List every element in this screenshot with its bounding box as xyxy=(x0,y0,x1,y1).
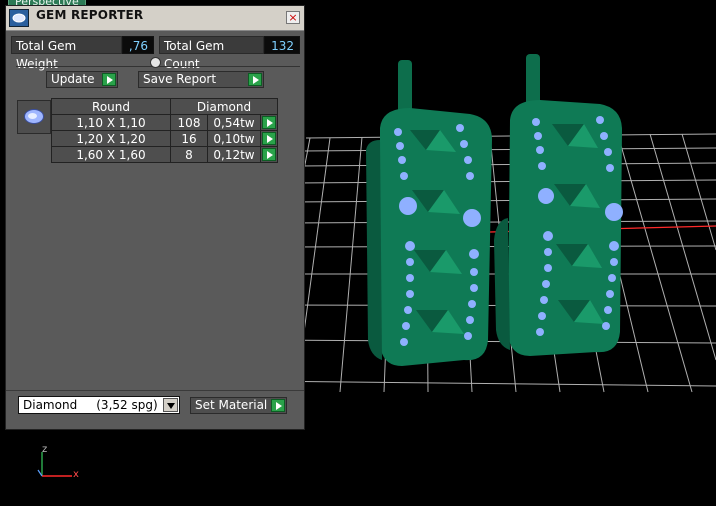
close-icon[interactable]: × xyxy=(286,11,300,24)
gem-weight-cell: 0,12tw xyxy=(207,146,261,163)
set-material-button[interactable]: Set Material xyxy=(190,397,287,414)
gem-size-cell: 1,20 X 1,20 xyxy=(51,130,171,147)
gem-report-table: Round Diamond 1,10 X 1,10 108 0,54tw 1,2… xyxy=(51,98,278,163)
table-row: 1,60 X 1,60 8 0,12tw xyxy=(51,146,278,163)
gem-size-cell: 1,10 X 1,10 xyxy=(51,114,171,131)
gem-reporter-icon xyxy=(9,9,29,27)
total-gem-weight-value: ,76 xyxy=(122,36,154,54)
gem-reporter-icon-graphic xyxy=(12,13,26,23)
panel-titlebar[interactable]: GEM REPORTER × xyxy=(6,6,304,31)
splitter-handle[interactable] xyxy=(150,57,161,68)
gem-shape-thumbnail[interactable] xyxy=(17,100,51,134)
total-gem-count-label: Total Gem Count xyxy=(159,36,264,71)
gem-count-cell: 16 xyxy=(170,130,208,147)
round-gem-icon xyxy=(24,109,44,124)
play-arrow-icon xyxy=(262,132,276,145)
gem-weight-cell: 0,10tw xyxy=(207,130,261,147)
table-header-row: Round Diamond xyxy=(51,98,278,115)
total-gem-weight-label: Total Gem Weight xyxy=(11,36,122,71)
table-row: 1,10 X 1,10 108 0,54tw xyxy=(51,114,278,131)
gem-count-cell: 108 xyxy=(170,114,208,131)
material-select-value: Diamond (3,52 spg) xyxy=(23,398,158,412)
row-select-button[interactable] xyxy=(260,146,278,163)
play-arrow-icon xyxy=(248,73,262,86)
play-arrow-icon xyxy=(271,399,285,412)
axis-gizmo: z x xyxy=(30,444,90,484)
gem-count-cell: 8 xyxy=(170,146,208,163)
row-select-button[interactable] xyxy=(260,130,278,147)
axis-gizmo-graphic xyxy=(37,452,72,477)
total-gem-count-value: 132 xyxy=(264,36,300,54)
table-row: 1,20 X 1,20 16 0,10tw xyxy=(51,130,278,147)
play-arrow-icon xyxy=(262,116,276,129)
panel-divider xyxy=(6,390,304,391)
gem-size-cell: 1,60 X 1,60 xyxy=(51,146,171,163)
axis-z-label: z xyxy=(42,444,48,455)
set-material-button-label: Set Material xyxy=(195,398,268,412)
play-arrow-icon xyxy=(262,148,276,161)
save-report-button-label: Save Report xyxy=(143,72,217,86)
earring-right-model xyxy=(494,54,623,356)
material-select[interactable]: Diamond (3,52 spg) xyxy=(18,396,180,414)
update-button[interactable]: Update xyxy=(46,71,118,88)
header-material: Diamond xyxy=(170,98,278,115)
axis-x-label: x xyxy=(73,469,79,480)
header-shape: Round xyxy=(51,98,171,115)
earring-left-model xyxy=(366,60,492,366)
panel-title: GEM REPORTER xyxy=(36,8,144,22)
chevron-down-icon[interactable] xyxy=(163,398,178,412)
gem-reporter-panel: GEM REPORTER × Total Gem Weight ,76 Tota… xyxy=(5,5,305,430)
gem-weight-cell: 0,54tw xyxy=(207,114,261,131)
play-arrow-icon xyxy=(102,73,116,86)
row-select-button[interactable] xyxy=(260,114,278,131)
save-report-button[interactable]: Save Report xyxy=(138,71,264,88)
update-button-label: Update xyxy=(51,72,95,86)
